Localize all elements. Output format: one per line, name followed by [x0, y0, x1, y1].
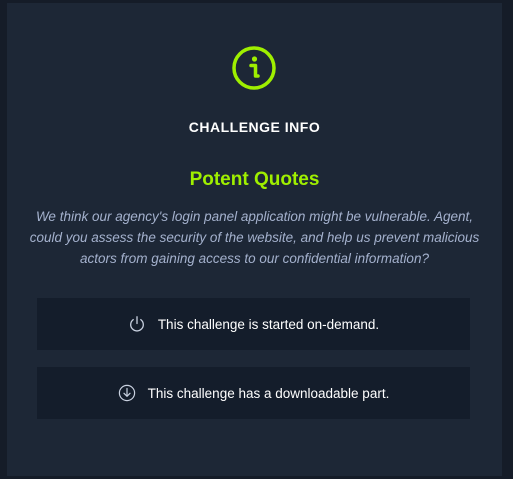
- download-icon: [118, 384, 136, 402]
- feature-on-demand: This challenge is started on-demand.: [37, 298, 470, 350]
- modal-title: CHALLENGE INFO: [188, 119, 321, 135]
- power-icon: [128, 315, 146, 333]
- challenge-name: Potent Quotes: [189, 169, 320, 190]
- feature-downloadable-text: This challenge has a downloadable part.: [147, 385, 390, 401]
- feature-downloadable: This challenge has a downloadable part.: [37, 367, 470, 419]
- info-circle-icon: [231, 45, 277, 91]
- feature-on-demand-text: This challenge is started on-demand.: [157, 316, 380, 332]
- challenge-description: We think our agency's login panel applic…: [29, 209, 480, 266]
- challenge-info-modal: CHALLENGE INFO Potent Quotes We think ou…: [7, 3, 502, 476]
